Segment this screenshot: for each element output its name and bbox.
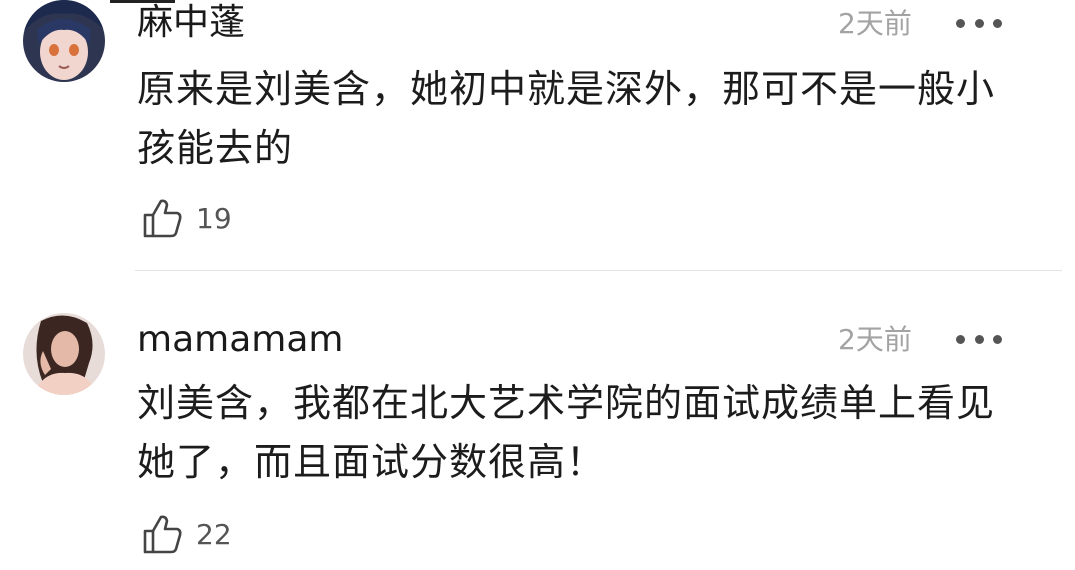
timestamp: 2天前	[838, 323, 912, 356]
avatar[interactable]	[23, 313, 105, 395]
like-count: 19	[196, 201, 232, 235]
more-dots-icon[interactable]	[956, 333, 1002, 345]
like-button[interactable]: 19	[140, 196, 232, 240]
divider	[135, 270, 1062, 271]
comment-text: 刘美含，我都在北大艺术学院的面试成绩单上看见她了，而且面试分数很高！	[137, 381, 996, 484]
more-dots-icon[interactable]	[956, 17, 1002, 29]
timestamp: 2天前	[838, 7, 912, 40]
like-button[interactable]: 22	[140, 512, 232, 556]
username[interactable]: 麻中蓬	[137, 1, 245, 45]
username[interactable]: mamamam	[137, 318, 343, 362]
thumbs-up-icon	[143, 515, 182, 554]
avatar[interactable]	[23, 0, 105, 82]
anime-avatar-icon	[23, 0, 105, 82]
like-count: 22	[196, 517, 232, 551]
thumbs-up-icon	[143, 199, 182, 238]
comment-text: 原来是刘美含，她初中就是深外，那可不是一般小孩能去的	[137, 67, 996, 170]
photo-avatar-icon	[23, 313, 105, 395]
